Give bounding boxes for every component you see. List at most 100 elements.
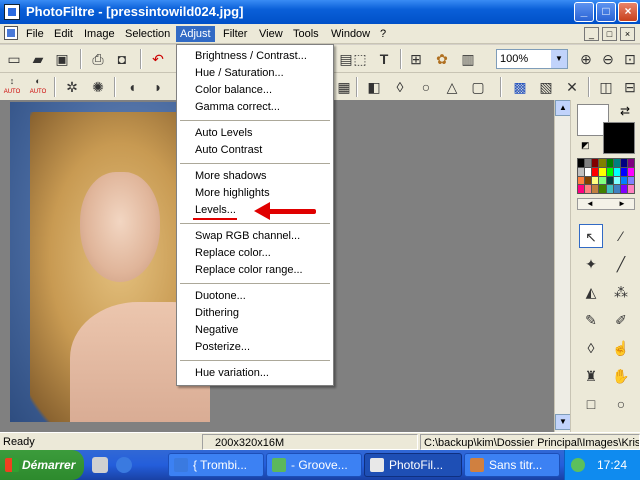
plugin-icon[interactable]: ✿ bbox=[432, 49, 452, 69]
magic-wand-icon[interactable]: ✦ bbox=[579, 252, 603, 276]
advanced-brush-icon[interactable]: ✐ bbox=[609, 308, 633, 332]
color-swatch[interactable] bbox=[592, 159, 599, 167]
color-swatch[interactable] bbox=[578, 167, 585, 176]
scroll-up-arrow[interactable]: ▲ bbox=[555, 100, 571, 116]
minimize-button[interactable]: _ bbox=[574, 2, 594, 22]
color-swatch[interactable] bbox=[585, 167, 592, 176]
app-icon[interactable] bbox=[4, 4, 20, 20]
menu-view[interactable]: View bbox=[255, 26, 287, 42]
brush-icon[interactable]: ✎ bbox=[579, 308, 603, 332]
zoom-in-icon[interactable]: ⊕ bbox=[576, 49, 596, 69]
sharpen-icon[interactable]: △ bbox=[442, 77, 462, 97]
palette-next-arrow[interactable]: ► bbox=[618, 199, 626, 209]
clone-stamp-icon[interactable]: ♜ bbox=[579, 364, 603, 388]
internet-explorer-icon[interactable] bbox=[116, 457, 132, 473]
menu-item-replace-color[interactable]: Replace color... bbox=[178, 245, 332, 262]
gradient-icon[interactable]: ▩ bbox=[510, 77, 530, 97]
menu-item-negative[interactable]: Negative bbox=[178, 322, 332, 339]
flip-vertical-icon[interactable]: ⊟ bbox=[620, 77, 640, 97]
menu-help[interactable]: ? bbox=[376, 26, 390, 42]
color-swatch[interactable] bbox=[585, 176, 592, 185]
color-swatch[interactable] bbox=[599, 167, 606, 176]
menu-filter[interactable]: Filter bbox=[219, 26, 251, 42]
flip-horizontal-icon[interactable]: ◫ bbox=[596, 77, 616, 97]
menu-item-auto-contrast[interactable]: Auto Contrast bbox=[178, 142, 332, 159]
brightness-plus-icon[interactable]: ✺ bbox=[88, 77, 108, 97]
brightness-minus-icon[interactable]: ✲ bbox=[62, 77, 82, 97]
menu-tools[interactable]: Tools bbox=[289, 26, 323, 42]
contrast-minus-icon[interactable]: ◖ bbox=[122, 77, 142, 97]
scan-icon[interactable]: ◘ bbox=[112, 49, 132, 69]
show-desktop-icon[interactable] bbox=[92, 457, 108, 473]
menu-item-hue-saturation[interactable]: Hue / Saturation... bbox=[178, 65, 332, 82]
color-swatch[interactable] bbox=[627, 176, 634, 185]
line-icon[interactable]: ╱ bbox=[609, 252, 633, 276]
crop-selection-icon[interactable]: ⬚ bbox=[350, 49, 370, 69]
color-swatch[interactable] bbox=[585, 159, 592, 167]
color-swatch[interactable] bbox=[606, 159, 613, 167]
task-paint[interactable]: Sans titr... bbox=[464, 453, 560, 477]
menu-item-more-shadows[interactable]: More shadows bbox=[178, 168, 332, 185]
color-swatch[interactable] bbox=[578, 185, 585, 193]
color-swatch[interactable] bbox=[627, 159, 634, 167]
menu-edit[interactable]: Edit bbox=[50, 26, 77, 42]
background-color-swatch[interactable] bbox=[603, 122, 635, 154]
rectangle-icon[interactable]: □ bbox=[579, 392, 603, 416]
color-swatch[interactable] bbox=[578, 176, 585, 185]
transform-icon[interactable]: ✕ bbox=[562, 77, 582, 97]
undo-icon[interactable]: ↶ bbox=[148, 49, 168, 69]
print-icon[interactable]: ⎙ bbox=[88, 49, 108, 69]
spray-icon[interactable]: ⁂ bbox=[609, 280, 633, 304]
color-swatch[interactable] bbox=[620, 159, 627, 167]
hand-icon[interactable]: ✋ bbox=[609, 364, 633, 388]
menu-item-duotone[interactable]: Duotone... bbox=[178, 288, 332, 305]
fill-bucket-icon[interactable]: ◭ bbox=[579, 280, 603, 304]
smudge-icon[interactable]: ☝ bbox=[609, 336, 633, 360]
menu-item-replace-color-range[interactable]: Replace color range... bbox=[178, 262, 332, 279]
doc-close-button[interactable]: × bbox=[620, 27, 635, 41]
color-swatch[interactable] bbox=[620, 176, 627, 185]
grid-icon[interactable]: ▦ bbox=[334, 77, 354, 97]
close-button[interactable]: × bbox=[618, 2, 638, 22]
image-size-icon[interactable]: ⊞ bbox=[406, 49, 426, 69]
menu-item-hue-variation[interactable]: Hue variation... bbox=[178, 365, 332, 382]
menu-selection[interactable]: Selection bbox=[121, 26, 174, 42]
vertical-scrollbar[interactable]: ▲ ▼ bbox=[554, 100, 571, 432]
color-swatch[interactable] bbox=[606, 167, 613, 176]
contrast-plus-icon[interactable]: ◗ bbox=[148, 77, 168, 97]
menu-adjust[interactable]: Adjust bbox=[176, 26, 215, 42]
new-file-icon[interactable]: ▭ bbox=[4, 49, 24, 69]
ellipse-icon[interactable]: ○ bbox=[609, 392, 633, 416]
color-swatch[interactable] bbox=[620, 185, 627, 193]
zoom-dropdown-arrow[interactable]: ▼ bbox=[551, 50, 567, 68]
palette-prev-arrow[interactable]: ◄ bbox=[586, 199, 594, 209]
color-swatch[interactable] bbox=[613, 167, 620, 176]
auto-levels-icon[interactable]: ↕ AUTO bbox=[2, 77, 22, 97]
eyedropper-icon[interactable]: ⁄ bbox=[609, 224, 633, 248]
zoom-combo[interactable]: 100% ▼ bbox=[496, 49, 568, 69]
color-swatch[interactable] bbox=[606, 185, 613, 193]
swap-colors-icon[interactable]: ⇄ bbox=[617, 104, 633, 118]
menu-item-posterize[interactable]: Posterize... bbox=[178, 339, 332, 356]
menu-item-auto-levels[interactable]: Auto Levels bbox=[178, 125, 332, 142]
color-swatch[interactable] bbox=[585, 185, 592, 193]
color-swatch[interactable] bbox=[599, 176, 606, 185]
color-swatch[interactable] bbox=[578, 159, 585, 167]
messenger-icon[interactable] bbox=[571, 458, 585, 472]
doc-restore-button[interactable]: □ bbox=[602, 27, 617, 41]
blur-drop-icon[interactable]: ◊ bbox=[579, 336, 603, 360]
drop-icon[interactable]: ◊ bbox=[390, 77, 410, 97]
fit-window-icon[interactable]: ⊡ bbox=[620, 49, 640, 69]
color-swatch[interactable] bbox=[592, 185, 599, 193]
color-swatch[interactable] bbox=[592, 167, 599, 176]
color-swatch[interactable] bbox=[613, 176, 620, 185]
palette-navigator[interactable]: ◄ ► bbox=[577, 198, 635, 210]
reset-colors-icon[interactable]: ◩ bbox=[581, 140, 593, 152]
color-grid[interactable] bbox=[577, 158, 635, 194]
color-swatch[interactable] bbox=[613, 159, 620, 167]
scroll-down-arrow[interactable]: ▼ bbox=[555, 414, 571, 430]
color-swatch[interactable] bbox=[599, 185, 606, 193]
menu-window[interactable]: Window bbox=[327, 26, 374, 42]
save-icon[interactable]: ▣ bbox=[52, 49, 72, 69]
text-icon[interactable]: T bbox=[374, 49, 394, 69]
